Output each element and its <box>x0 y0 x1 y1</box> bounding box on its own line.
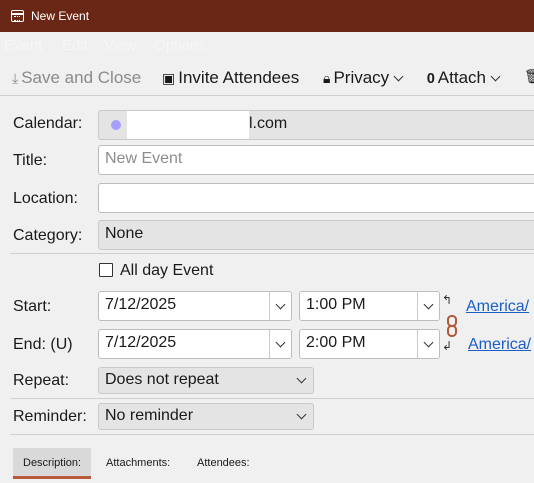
start-date-dropdown[interactable] <box>269 292 291 320</box>
address-book-icon: ▣ <box>162 69 176 86</box>
chevron-down-icon <box>423 337 434 348</box>
reminder-label: Reminder: <box>13 408 87 425</box>
end-date-value: 7/12/2025 <box>105 334 177 351</box>
save-and-close-button[interactable]: ⤓ Save and Close <box>12 68 141 88</box>
location-input[interactable] <box>98 183 534 213</box>
title-input[interactable]: New Event <box>98 145 534 175</box>
details-tabs: Description: Attachments: Attendees: <box>0 446 534 483</box>
calendar-value: l.com <box>249 115 288 132</box>
reminder-select[interactable]: No reminder <box>98 403 314 430</box>
window-title: New Event <box>31 9 90 23</box>
end-time-value: 2:00 PM <box>306 334 366 351</box>
menu-event[interactable]: Event <box>4 37 42 54</box>
menu-options[interactable]: Options <box>154 37 206 54</box>
calendar-select[interactable]: l.com <box>98 110 534 140</box>
attach-label: Attach <box>437 68 486 87</box>
window-titlebar: New Event <box>0 0 534 32</box>
tab-description[interactable]: Description: <box>13 448 92 479</box>
end-label: End: (U) <box>13 336 73 353</box>
chevron-down-icon <box>490 71 501 81</box>
end-date-dropdown[interactable] <box>269 330 291 358</box>
toolbar: ⤓ Save and Close ▣ Invite Attendees 🔒︎ P… <box>0 60 534 96</box>
start-date-value: 7/12/2025 <box>105 296 177 313</box>
privacy-button[interactable]: 🔒︎ Privacy <box>323 68 404 88</box>
trash-icon: 🗑︎ <box>524 68 534 84</box>
start-date-picker[interactable]: 7/12/2025 <box>98 291 292 321</box>
tab-attendees[interactable]: Attendees: <box>187 448 260 479</box>
attach-button[interactable]: 𝟎 Attach <box>427 68 501 88</box>
lock-icon: 🔒︎ <box>323 69 331 86</box>
start-time-picker[interactable]: 1:00 PM <box>299 291 440 321</box>
privacy-label: Privacy <box>333 68 390 87</box>
calendar-app-icon <box>11 10 24 22</box>
end-timezone-link[interactable]: America/ <box>468 336 531 354</box>
divider <box>10 434 534 435</box>
chevron-down-icon <box>275 337 286 348</box>
end-arrow-icon: ↲ <box>442 339 453 353</box>
all-day-label[interactable]: All day Event <box>120 262 213 280</box>
repeat-label: Repeat: <box>13 372 70 389</box>
all-day-checkbox[interactable] <box>99 263 113 277</box>
repeat-value: Does not repeat <box>105 371 219 388</box>
paperclip-icon: 𝟎 <box>427 69 435 86</box>
title-label: Title: <box>13 152 48 169</box>
calendar-name-redaction <box>127 111 249 139</box>
end-time-picker[interactable]: 2:00 PM <box>299 329 440 359</box>
repeat-select[interactable]: Does not repeat <box>98 367 314 394</box>
start-label: Start: <box>13 298 52 315</box>
invite-attendees-button[interactable]: ▣ Invite Attendees <box>162 68 299 88</box>
category-select[interactable]: None <box>98 220 534 250</box>
chevron-down-icon <box>275 299 286 310</box>
start-arrow-icon: ↰ <box>442 293 453 307</box>
save-and-close-label: Save and Close <box>21 68 142 87</box>
location-label: Location: <box>13 190 78 207</box>
chevron-down-icon <box>296 373 307 384</box>
reminder-value: No reminder <box>105 407 194 424</box>
link-times-icon[interactable] <box>446 315 458 337</box>
chevron-down-icon <box>296 409 307 420</box>
chevron-down-icon <box>393 71 404 81</box>
divider <box>10 398 534 399</box>
calendar-color-dot <box>111 120 121 130</box>
menu-edit[interactable]: Edit <box>62 37 88 54</box>
end-time-dropdown[interactable] <box>417 330 439 358</box>
category-label: Category: <box>13 227 83 244</box>
end-date-picker[interactable]: 7/12/2025 <box>98 329 292 359</box>
invite-attendees-label: Invite Attendees <box>178 68 300 87</box>
save-icon: ⤓ <box>12 69 19 86</box>
start-timezone-link[interactable]: America/ <box>466 298 529 316</box>
menu-bar: Event Edit View Options <box>0 32 534 58</box>
category-value: None <box>105 225 144 242</box>
start-time-value: 1:00 PM <box>306 296 366 313</box>
tab-attachments[interactable]: Attachments: <box>96 448 180 479</box>
divider <box>10 253 534 254</box>
delete-button[interactable]: 🗑︎ <box>524 68 534 85</box>
chevron-down-icon <box>423 299 434 310</box>
calendar-label: Calendar: <box>13 115 83 132</box>
start-time-dropdown[interactable] <box>417 292 439 320</box>
menu-view[interactable]: View <box>104 37 136 54</box>
